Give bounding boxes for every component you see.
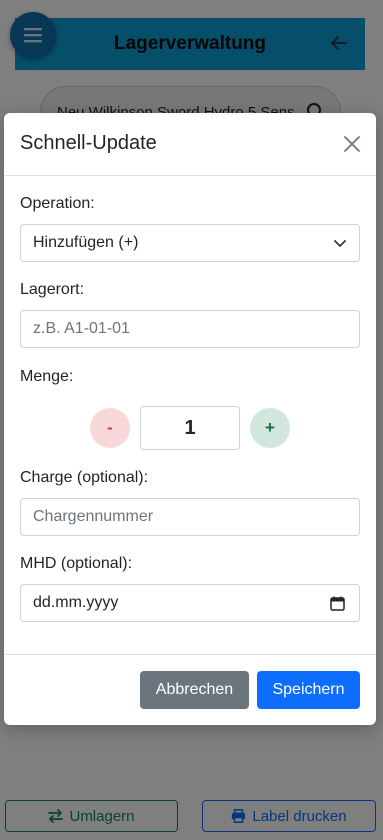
charge-input[interactable]	[20, 498, 360, 536]
mhd-date-input[interactable]: dd.mm.yyyy	[20, 584, 360, 622]
calendar-icon[interactable]	[330, 596, 345, 611]
decrement-button[interactable]: -	[90, 408, 130, 448]
close-icon[interactable]	[342, 134, 362, 154]
chevron-down-icon	[334, 240, 346, 247]
operation-label: Operation:	[20, 195, 95, 212]
quantity-input[interactable]: 1	[140, 406, 240, 450]
charge-label: Charge (optional):	[20, 469, 149, 486]
quick-update-modal: Schnell-Update Operation: Hinzufügen (+)…	[4, 113, 376, 725]
menge-label: Menge:	[20, 368, 74, 385]
operation-select[interactable]: Hinzufügen (+)	[20, 224, 360, 262]
operation-selected-value: Hinzufügen (+)	[33, 234, 139, 251]
mhd-date-value: dd.mm.yyyy	[33, 594, 119, 611]
lagerort-label: Lagerort:	[20, 281, 85, 298]
save-button[interactable]: Speichern	[257, 671, 360, 709]
mhd-label: MHD (optional):	[20, 555, 133, 572]
lagerort-input[interactable]	[20, 310, 360, 348]
cancel-button[interactable]: Abbrechen	[140, 671, 249, 709]
modal-title: Schnell-Update	[20, 132, 157, 154]
increment-button[interactable]: +	[250, 408, 290, 448]
modal-header: Schnell-Update	[4, 113, 376, 176]
modal-footer: Abbrechen Speichern	[4, 654, 376, 725]
